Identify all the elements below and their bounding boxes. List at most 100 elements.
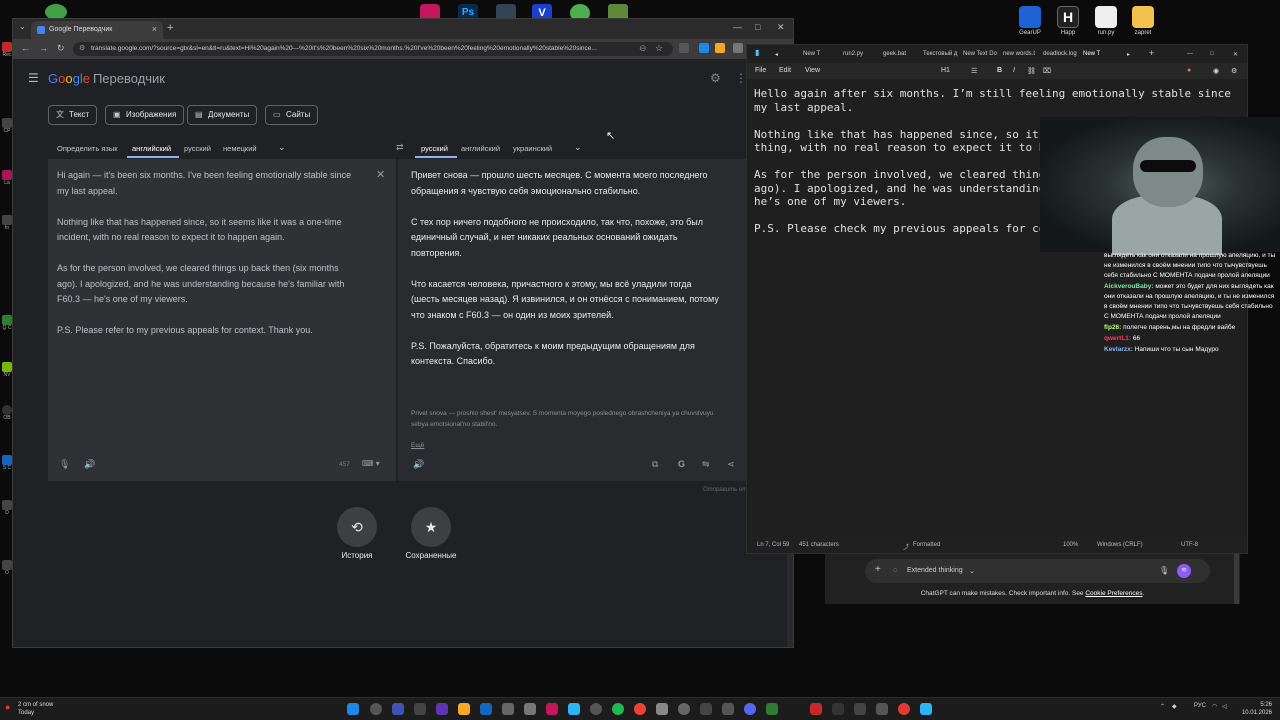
mode-images-button[interactable]: ▣ Изображения (105, 105, 185, 125)
thinking-mode-selector[interactable]: Extended thinking (907, 567, 963, 574)
zoom-icon[interactable]: ⊖ (639, 43, 647, 54)
taskbar-app-icon[interactable] (546, 703, 558, 715)
desktop-icon-runpy[interactable]: run.py (1088, 6, 1124, 36)
menu-edit[interactable]: Edit (779, 67, 791, 74)
clock[interactable]: 5:26 10.01.2026 (1236, 701, 1272, 717)
input-language[interactable]: РУС (1194, 703, 1206, 709)
weather-widget[interactable]: 2 cm of snow Today (18, 701, 53, 717)
tab-search-icon[interactable]: ⌄ (19, 22, 26, 31)
close-tab-icon[interactable]: × (152, 24, 157, 34)
notepad-close-icon[interactable]: ✕ (1233, 51, 1238, 58)
source-lang-russian[interactable]: русский (184, 144, 211, 153)
taskbar-app-icon[interactable] (502, 703, 514, 715)
notepad-tab[interactable]: new words.t (1003, 51, 1035, 57)
extension-icon-3[interactable] (715, 43, 725, 53)
source-panel[interactable]: Hi again — it's been six months. I've be… (48, 159, 396, 481)
notepad-tab[interactable]: deadlock.log (1043, 51, 1077, 57)
bold-icon[interactable]: B (997, 67, 1002, 74)
tab-scroll-left-icon[interactable]: ◂ (775, 51, 778, 58)
link-icon[interactable]: ⛓ (1027, 67, 1036, 75)
close-window-icon[interactable]: ✕ (777, 22, 785, 33)
taskbar-app-icon[interactable] (480, 703, 492, 715)
target-lang-ukrainian[interactable]: украинский (513, 144, 552, 153)
spotify-icon[interactable] (612, 703, 624, 715)
notepad-maximize-icon[interactable]: □ (1210, 51, 1214, 57)
discord-icon[interactable] (744, 703, 756, 715)
taskbar-app-icon[interactable] (854, 703, 866, 715)
microphone-icon[interactable]: 🎙 (59, 459, 70, 470)
taskbar-app-icon[interactable] (590, 703, 602, 715)
mode-sites-button[interactable]: ▭ Сайты (265, 105, 319, 125)
taskbar-app-icon[interactable] (436, 703, 448, 715)
taskbar-app-icon[interactable] (722, 703, 734, 715)
taskbar-app-icon[interactable] (876, 703, 888, 715)
minimize-icon[interactable]: — (733, 22, 742, 32)
bookmark-star-icon[interactable]: ☆ (655, 43, 663, 54)
google-search-icon[interactable]: G (678, 459, 685, 469)
chatgpt-prompt-box[interactable]: + ◌ Extended thinking ⌄ 🎙 (865, 559, 1210, 583)
share-icon[interactable]: ⋖ (727, 459, 735, 470)
saved-button[interactable]: ★ (411, 507, 451, 547)
swap-languages-icon[interactable]: ⇄ (396, 142, 404, 153)
telegram-icon[interactable] (568, 703, 580, 715)
list-icon[interactable]: ☰ (971, 67, 977, 75)
taskbar-app-icon[interactable] (810, 703, 822, 715)
attach-plus-icon[interactable]: + (875, 564, 881, 575)
notepad-tab[interactable]: run2.py (843, 51, 863, 57)
listen-translation-icon[interactable]: 🔊 (413, 459, 424, 470)
tab-scroll-right-icon[interactable]: ▸ (1127, 51, 1130, 58)
browser-tab[interactable]: Google Переводчик × (31, 21, 163, 39)
google-translate-logo[interactable]: Google Переводчик (48, 71, 165, 86)
italic-icon[interactable]: I (1013, 67, 1015, 74)
format-status[interactable]: Formatted (913, 542, 940, 548)
notepad-new-tab-icon[interactable]: + (1149, 48, 1154, 58)
source-text[interactable]: Hi again — it's been six months. I've be… (57, 168, 357, 354)
forward-icon[interactable]: → (39, 43, 48, 53)
chatgpt-scrollbar[interactable] (1234, 554, 1239, 604)
clear-text-icon[interactable]: ✕ (376, 168, 385, 181)
target-lang-english[interactable]: английский (461, 144, 500, 153)
taskbar-app-icon[interactable] (766, 703, 778, 715)
maximize-icon[interactable]: □ (755, 22, 760, 32)
source-lang-german[interactable]: немецкий (223, 144, 257, 153)
mode-chevron-icon[interactable]: ⌄ (969, 567, 975, 575)
notepad-settings-icon[interactable]: ⚙ (1231, 67, 1237, 75)
volume-icon[interactable]: ◁ (1222, 703, 1227, 710)
extension-icon-1[interactable] (679, 43, 689, 53)
new-tab-icon[interactable]: + (167, 22, 173, 34)
menu-view[interactable]: View (805, 67, 820, 74)
mode-documents-button[interactable]: ▤ Документы (187, 105, 258, 125)
taskbar-app-icon[interactable] (678, 703, 690, 715)
taskbar-app-icon[interactable] (700, 703, 712, 715)
file-explorer-icon[interactable] (458, 703, 470, 715)
notepad-taskbar-icon[interactable] (920, 703, 932, 715)
copilot-icon[interactable]: ● (1187, 67, 1191, 74)
notepad-tab[interactable]: New T (803, 51, 820, 57)
search-icon[interactable] (370, 703, 382, 715)
url-field[interactable]: ⚙ translate.google.com/?source=gtx&sl=en… (73, 42, 673, 56)
cookie-preferences-link[interactable]: Cookie Preferences (1085, 590, 1142, 597)
taskbar-app-icon[interactable] (832, 703, 844, 715)
desktop-icon-gearup[interactable]: GearUP (1012, 6, 1048, 36)
site-info-icon[interactable]: ⚙ (79, 42, 85, 56)
target-lang-dropdown-icon[interactable]: ⌄ (574, 142, 582, 153)
chrome-icon[interactable] (634, 703, 646, 715)
mode-text-button[interactable]: 文 Текст (48, 105, 98, 125)
encoding[interactable]: UTF-8 (1181, 542, 1198, 548)
notepad-account-icon[interactable]: ◉ (1213, 67, 1219, 75)
keyboard-icon[interactable]: ⌨ ▾ (362, 459, 380, 468)
desktop-icon-happ[interactable]: H Happ (1050, 6, 1086, 36)
notepad-minimize-icon[interactable]: — (1187, 51, 1193, 57)
back-icon[interactable]: ← (21, 43, 30, 53)
hamburger-menu-icon[interactable]: ☰ (28, 71, 39, 85)
zoom-level[interactable]: 100% (1063, 542, 1078, 548)
widgets-icon[interactable] (392, 703, 404, 715)
notepad-tab[interactable]: geek.bat (883, 51, 906, 57)
menu-file[interactable]: File (755, 67, 766, 74)
notepad-tab-active[interactable]: New T (1083, 51, 1100, 57)
source-lang-dropdown-icon[interactable]: ⌄ (278, 142, 286, 153)
source-lang-detect[interactable]: Определить язык (57, 144, 118, 153)
tray-app-icon[interactable]: ◆ (1172, 703, 1177, 710)
line-ending[interactable]: Windows (CRLF) (1097, 542, 1143, 548)
target-lang-russian[interactable]: русский (421, 144, 448, 153)
